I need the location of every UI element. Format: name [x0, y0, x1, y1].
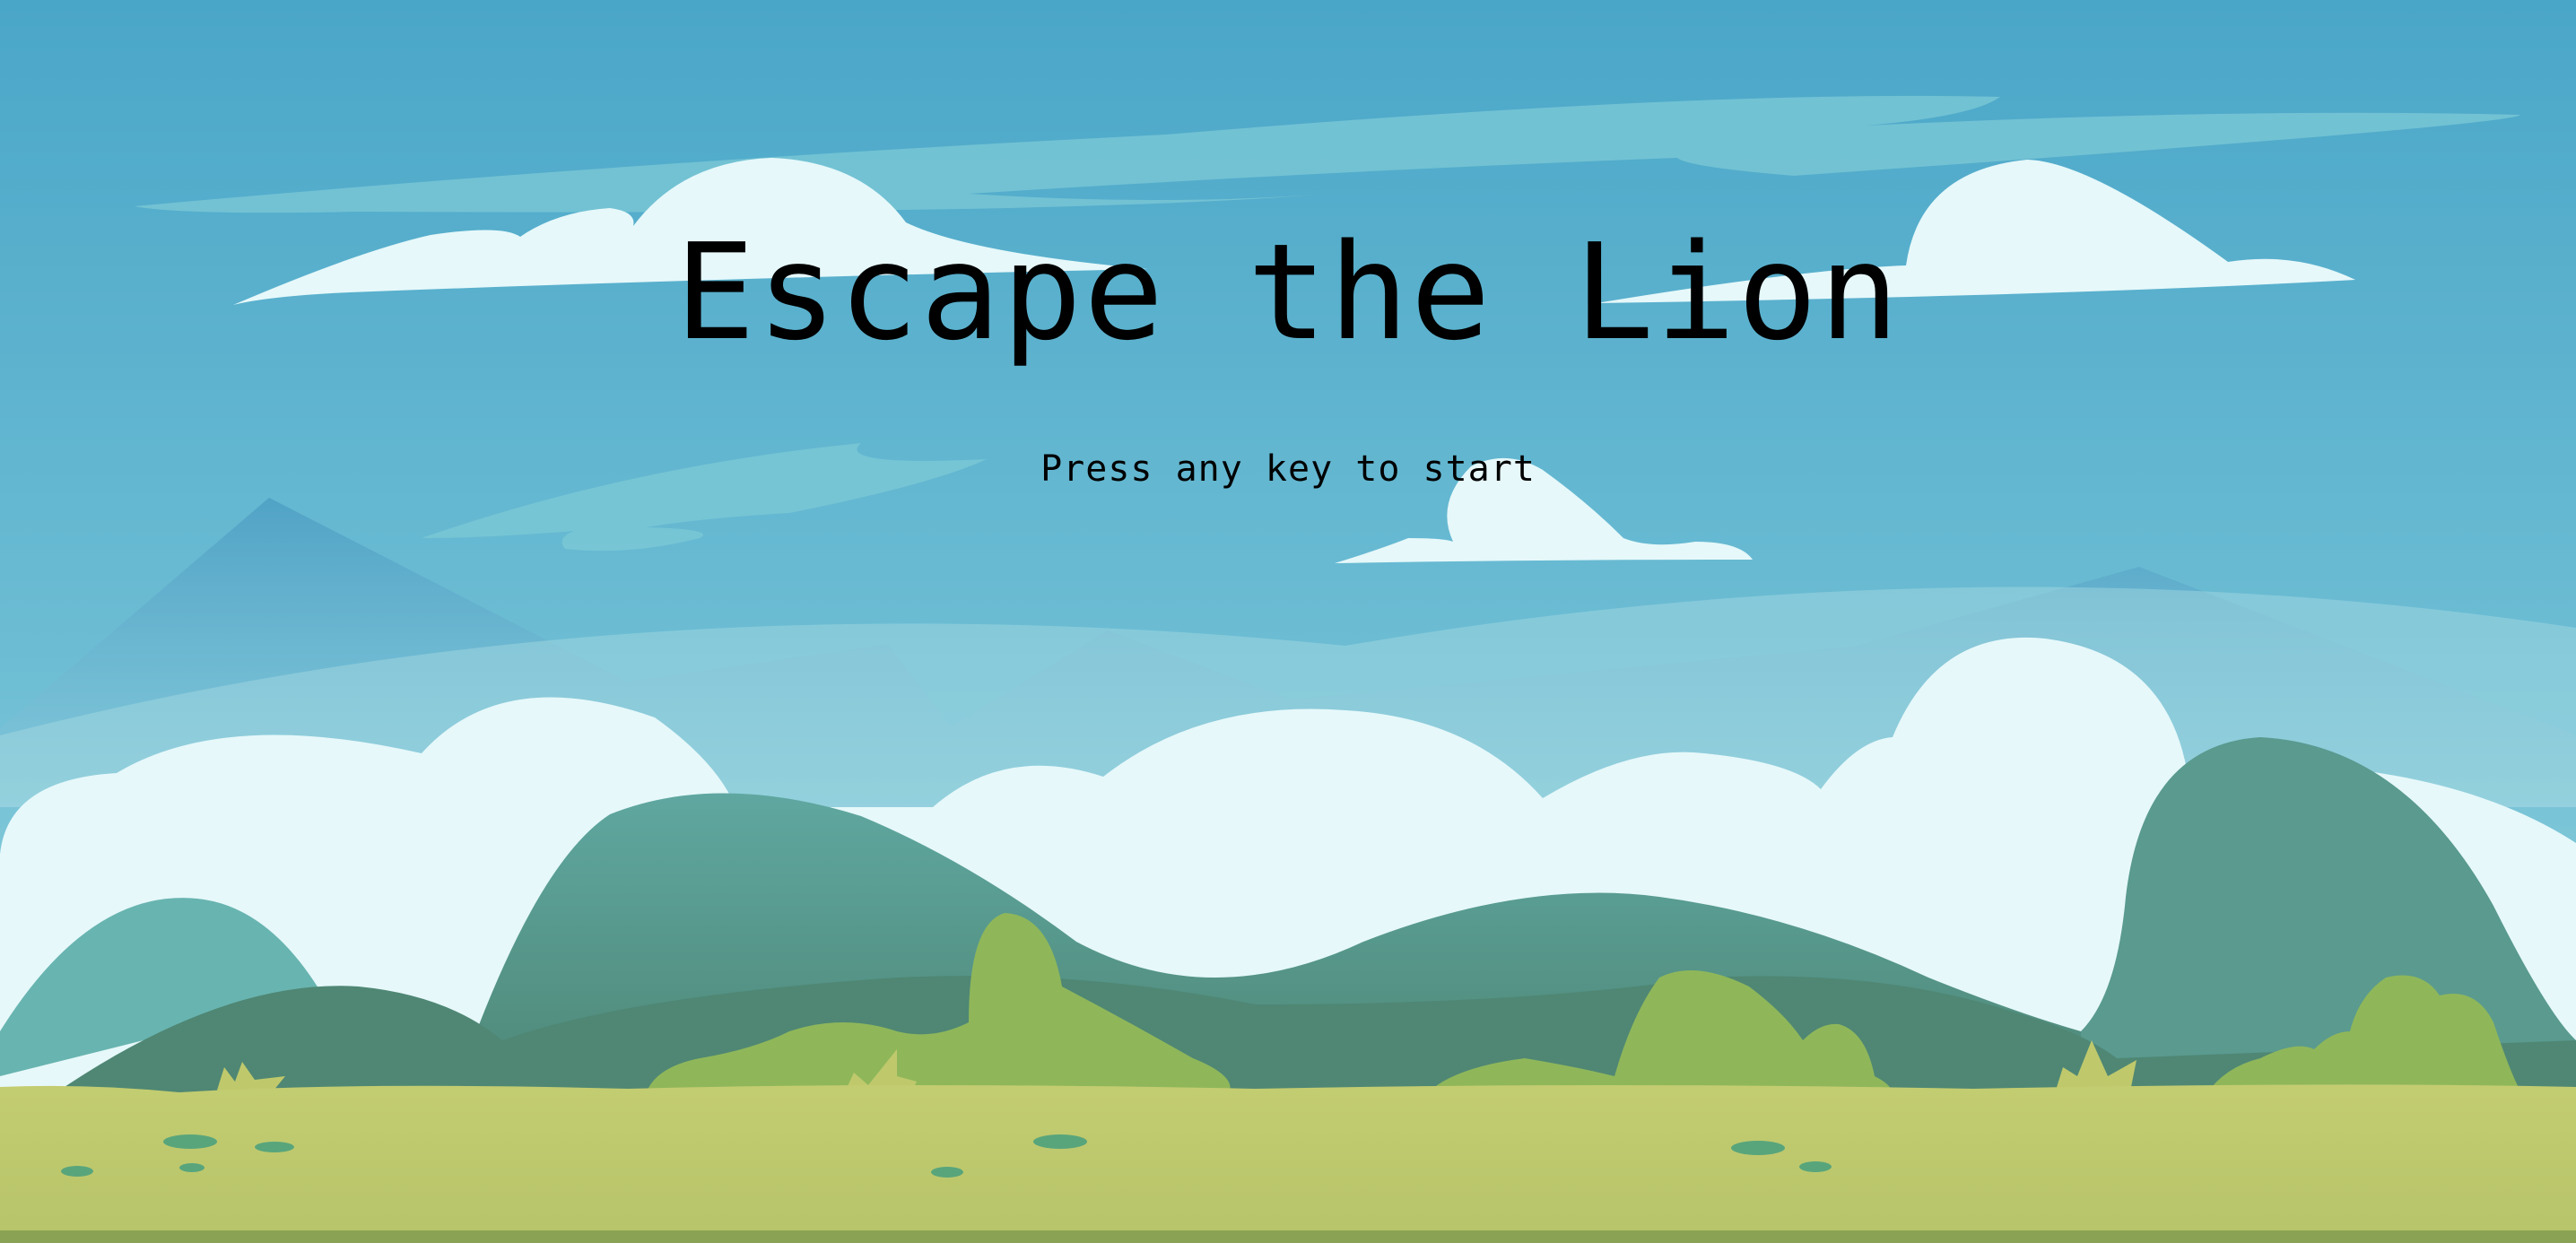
game-screen[interactable]: Escape the Lion Press any key to start [0, 0, 2576, 1243]
start-prompt: Press any key to start [1040, 448, 1536, 490]
ground-edge [0, 1230, 2576, 1243]
background-scene [0, 0, 2576, 1243]
game-title: Escape the Lion [674, 215, 1902, 369]
ground [0, 1084, 2576, 1243]
